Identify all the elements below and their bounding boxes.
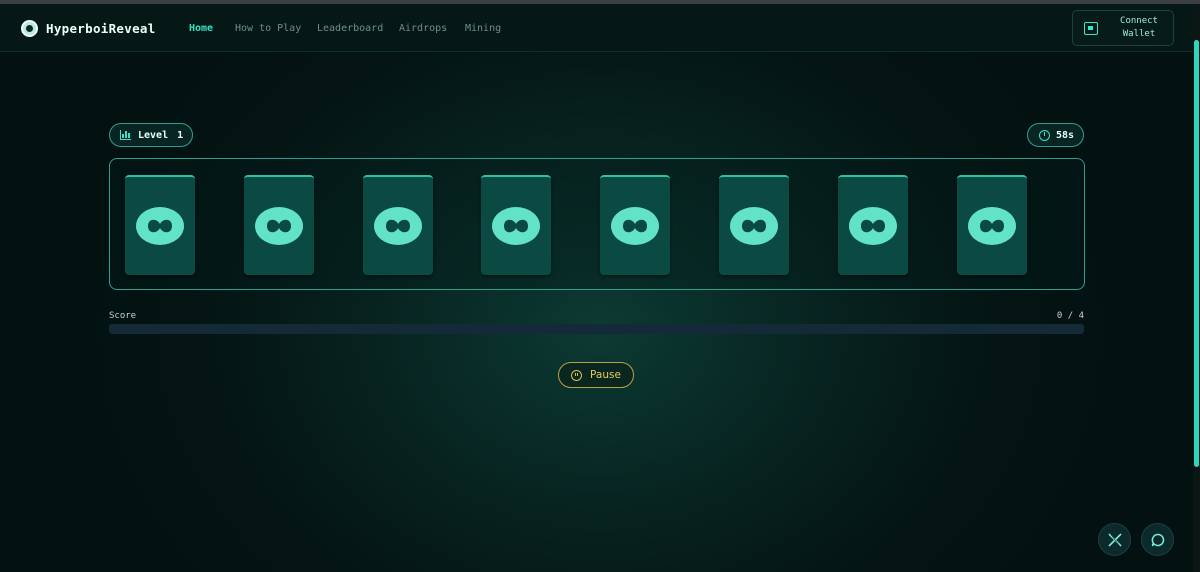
hyperboi-card-back-icon	[611, 207, 660, 245]
score-label: Score	[109, 311, 137, 321]
hyperboi-card-back-icon	[967, 207, 1016, 245]
connect-wallet-label: Connect Wallet	[1120, 16, 1158, 39]
card-board	[109, 158, 1085, 290]
memory-card[interactable]	[719, 175, 789, 275]
hyperboi-card-back-icon	[492, 207, 541, 245]
navbar: HyperboiReveal Home How to Play Leaderbo…	[0, 4, 1193, 52]
chat-icon	[1151, 533, 1164, 546]
memory-card[interactable]	[600, 175, 671, 275]
memory-card[interactable]	[362, 175, 433, 275]
score-value: 0 / 4	[1056, 311, 1084, 321]
connect-wallet-button[interactable]: Connect Wallet	[1072, 10, 1174, 46]
brand-name[interactable]: HyperboiReveal	[46, 21, 156, 36]
level-badge: Level 1	[109, 123, 193, 147]
stopwatch-icon	[1039, 129, 1050, 141]
timer-badge: 58s	[1027, 123, 1084, 147]
page-scrollbar[interactable]	[1193, 4, 1200, 572]
pause-label: Pause	[590, 369, 621, 381]
nav-airdrops[interactable]: Airdrops	[399, 23, 447, 34]
nav-mining[interactable]: Mining	[465, 23, 501, 34]
hyperboi-logo-icon[interactable]	[21, 20, 38, 37]
wallet-icon	[1084, 22, 1098, 35]
bar-chart-icon	[120, 130, 131, 140]
hyperboi-card-back-icon	[730, 207, 778, 245]
scrollbar-thumb[interactable]	[1194, 40, 1199, 467]
chat-button[interactable]	[1141, 523, 1174, 556]
level-label: Level	[138, 129, 169, 141]
memory-card[interactable]	[243, 175, 314, 275]
hyperboi-card-back-icon	[848, 207, 897, 245]
x-twitter-icon	[1107, 532, 1122, 547]
timer-value: 58s	[1056, 129, 1075, 141]
nav-home[interactable]: Home	[189, 23, 213, 34]
score-progress-bar	[109, 324, 1084, 334]
level-value: 1	[177, 129, 184, 141]
hyperboi-card-back-icon	[373, 207, 422, 245]
hyperboi-card-back-icon	[254, 207, 303, 245]
nav-leaderboard[interactable]: Leaderboard	[317, 23, 383, 34]
pause-button[interactable]: Pause	[558, 362, 634, 388]
memory-card[interactable]	[125, 175, 195, 275]
nav-how-to-play[interactable]: How to Play	[235, 23, 301, 34]
hyperboi-card-back-icon	[136, 207, 184, 245]
x-twitter-button[interactable]	[1098, 523, 1131, 556]
pause-icon	[571, 369, 583, 381]
memory-card[interactable]	[837, 175, 908, 275]
memory-card[interactable]	[481, 175, 552, 275]
memory-card[interactable]	[956, 175, 1027, 275]
